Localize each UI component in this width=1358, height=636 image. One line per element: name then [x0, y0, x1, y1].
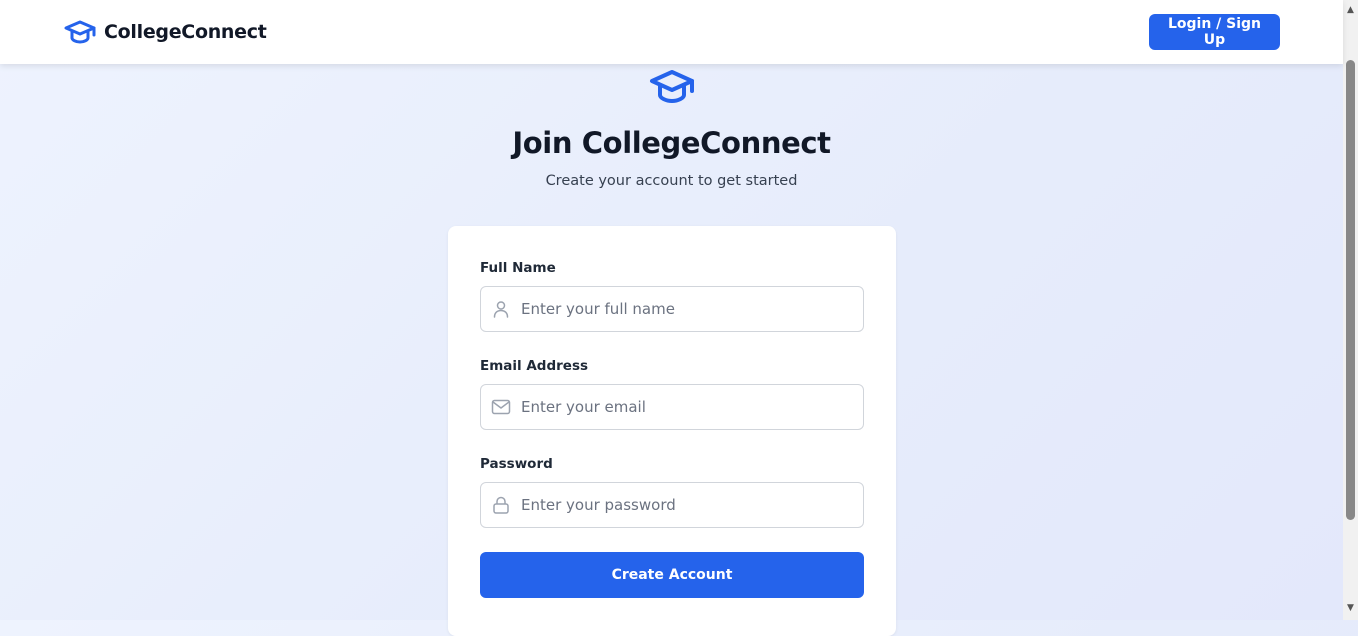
vertical-scrollbar[interactable]: ▲ ▼: [1343, 0, 1358, 620]
scroll-down-arrow-icon[interactable]: ▼: [1343, 600, 1358, 615]
top-navbar: CollegeConnect Login / Sign Up: [0, 0, 1343, 64]
signup-card: Full Name Email Address Password: [448, 226, 896, 636]
page-title: Join CollegeConnect: [512, 126, 831, 160]
email-field[interactable]: [480, 384, 864, 430]
full-name-input[interactable]: [521, 287, 851, 331]
scrollbar-thumb[interactable]: [1346, 60, 1355, 520]
password-field[interactable]: [480, 482, 864, 528]
graduation-cap-icon: [648, 68, 696, 106]
create-account-button[interactable]: Create Account: [480, 552, 864, 598]
scroll-up-arrow-icon[interactable]: ▲: [1343, 2, 1358, 17]
lock-icon: [491, 495, 511, 515]
password-label: Password: [480, 456, 553, 472]
full-name-label: Full Name: [480, 260, 556, 276]
email-label: Email Address: [480, 358, 589, 374]
password-input[interactable]: [521, 483, 851, 527]
login-signup-button[interactable]: Login / Sign Up: [1149, 14, 1280, 50]
email-input[interactable]: [521, 385, 851, 429]
mail-icon: [491, 397, 511, 417]
brand-link[interactable]: CollegeConnect: [64, 18, 267, 46]
user-icon: [491, 299, 511, 319]
page-subtitle: Create your account to get started: [545, 173, 798, 189]
brand-name: CollegeConnect: [104, 21, 267, 43]
graduation-cap-icon: [64, 18, 96, 46]
full-name-field[interactable]: [480, 286, 864, 332]
